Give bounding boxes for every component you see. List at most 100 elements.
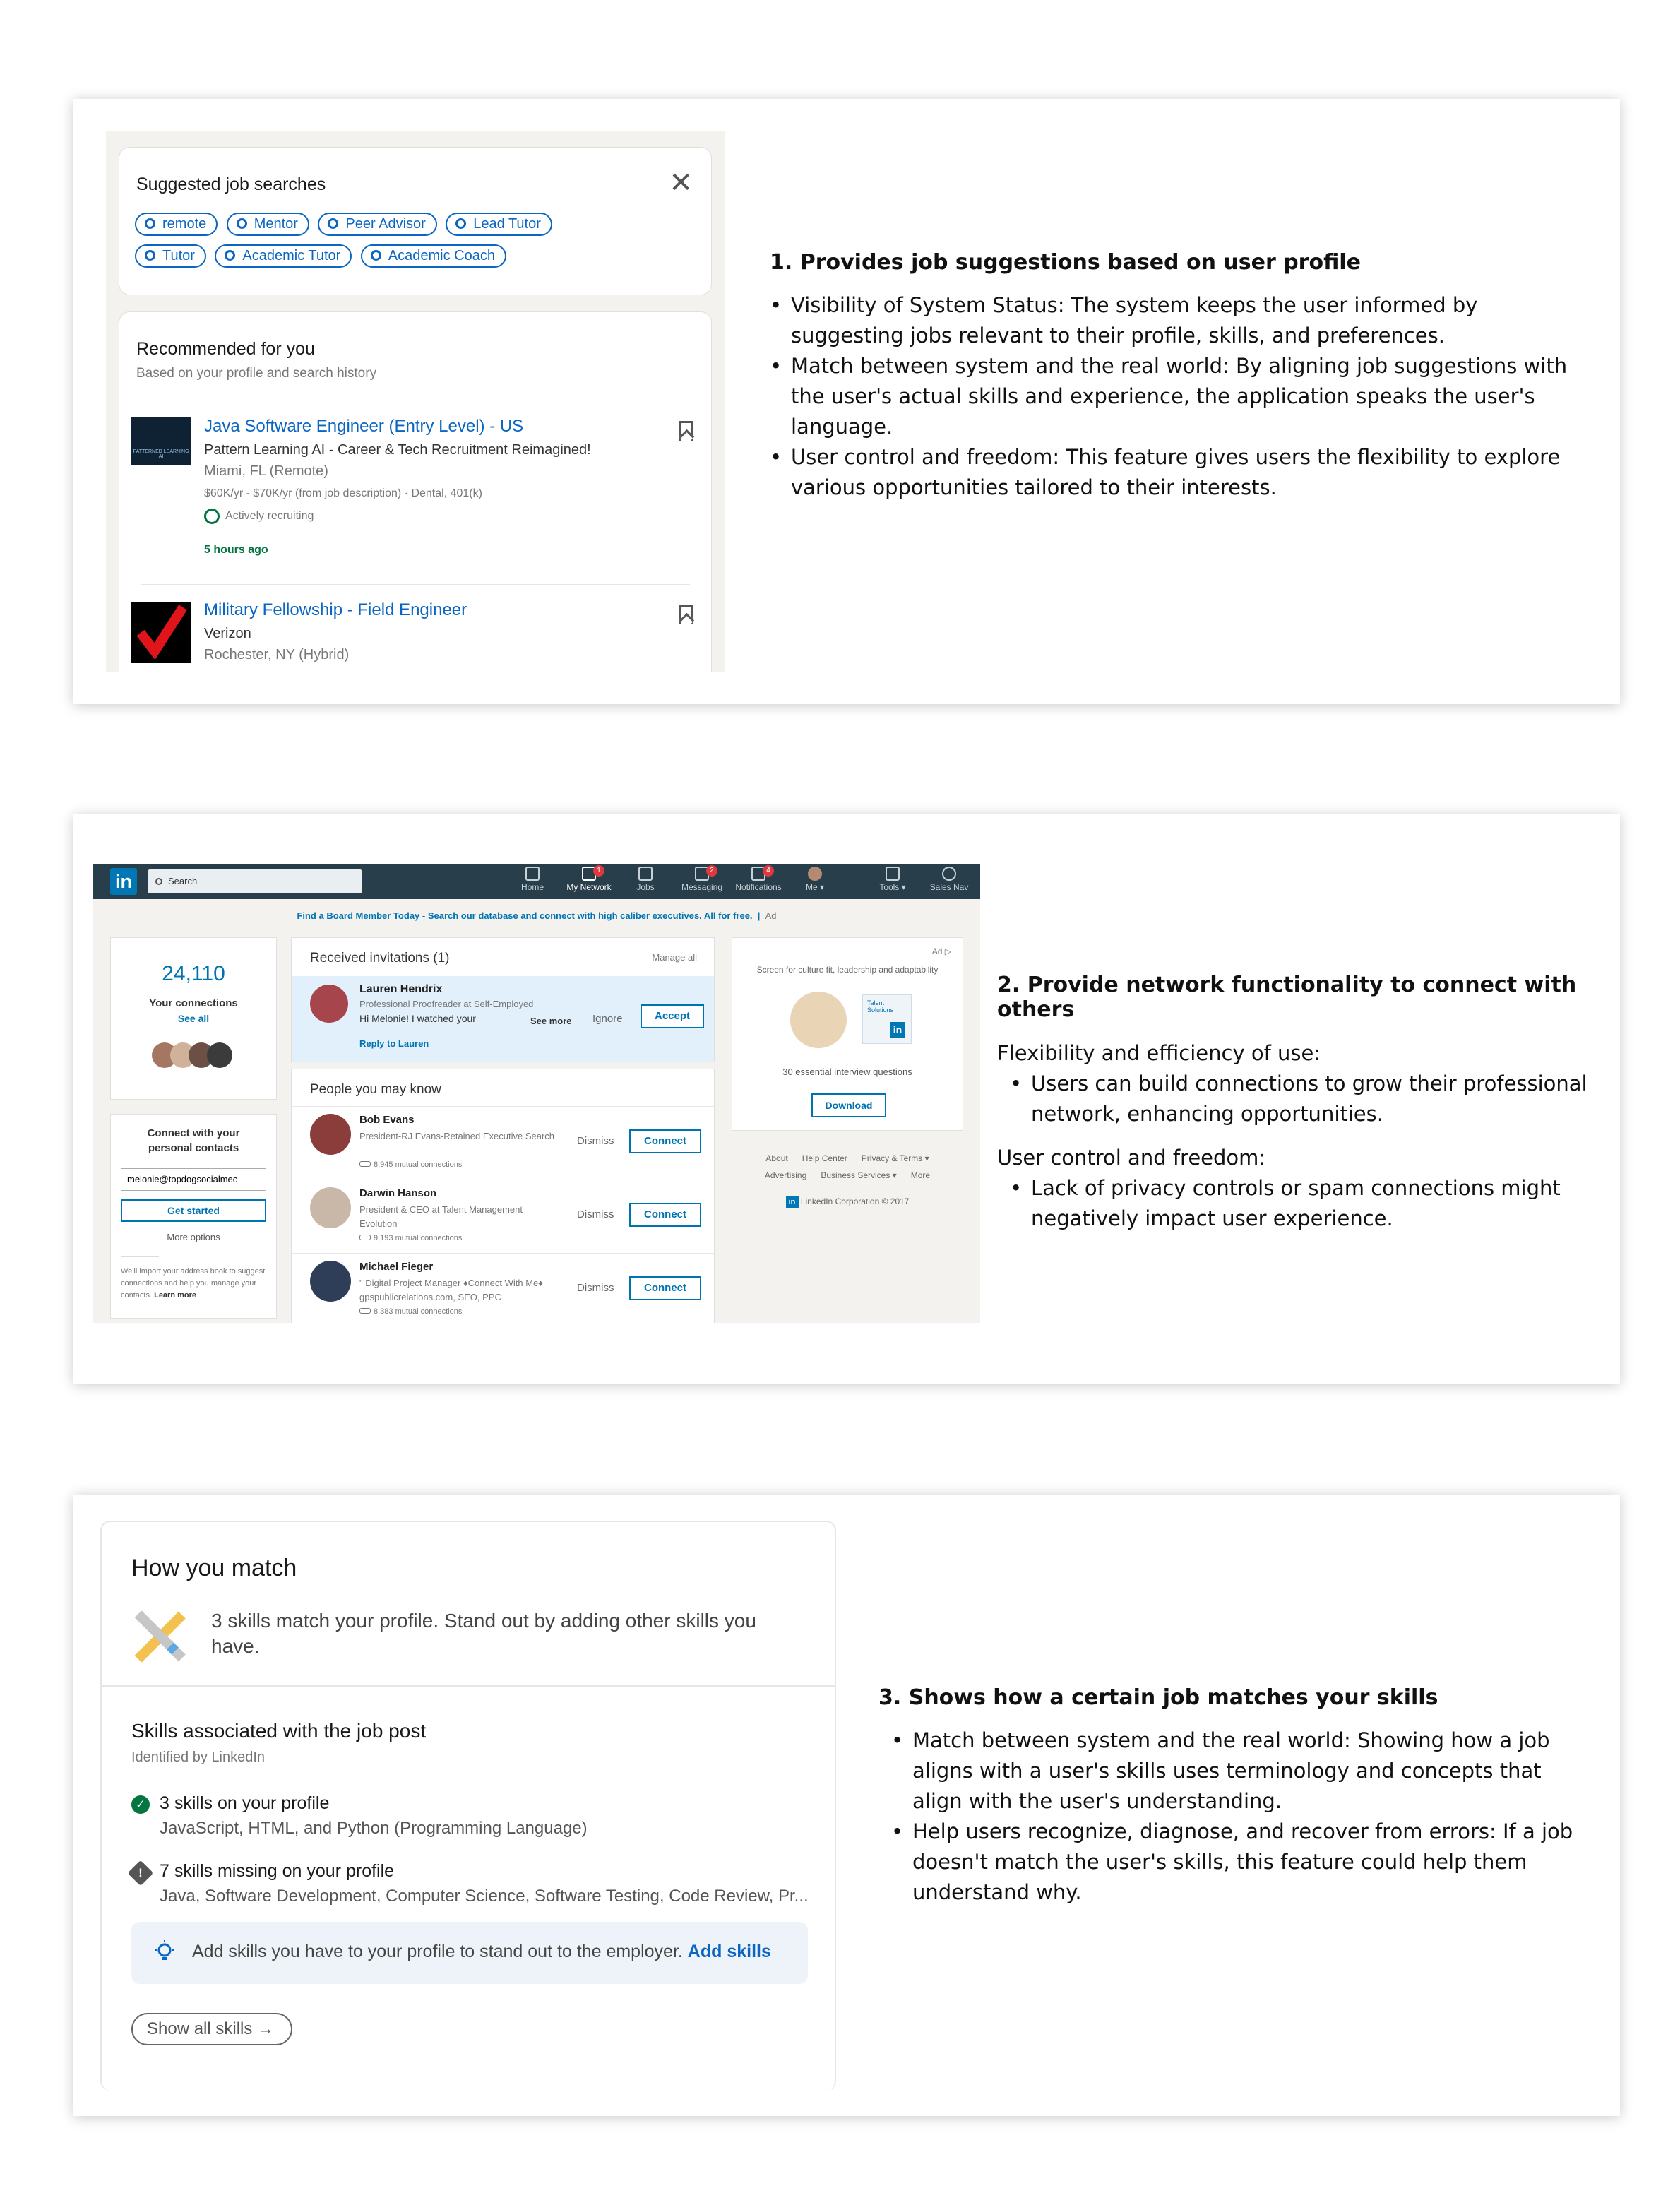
skills-missing-list: Java, Software Development, Computer Sci…	[160, 1887, 809, 1906]
job-card[interactable]: PATTERNED LEARNING AI Java Software Engi…	[119, 411, 711, 581]
email-field[interactable]: melonie@topdogsocialmec	[121, 1168, 266, 1191]
section2-heading: 2. Provide network functionality to conn…	[997, 973, 1577, 1022]
skills-on-profile-title: 3 skills on your profile	[160, 1793, 330, 1813]
search-input[interactable]: Search	[148, 869, 362, 893]
network-screenshot: in Search Home 1 My Network Jobs 2 Messagi…	[93, 864, 980, 1323]
search-chip[interactable]: Tutor	[135, 244, 206, 268]
nav-messaging[interactable]: 2 Messaging	[674, 865, 730, 892]
nav-sales-nav[interactable]: Sales Nav	[921, 867, 977, 892]
recommended-title: Recommended for you	[136, 339, 315, 359]
note-bullet: User control and freedom: This feature g…	[770, 442, 1582, 503]
mutual-connections: 8,383 mutual connections	[359, 1307, 462, 1316]
connections-label: Your connections	[149, 997, 238, 1009]
section-card-skill-match: How you match 3 skills match your profil…	[73, 1495, 1620, 2116]
search-chip[interactable]: Peer Advisor	[318, 213, 437, 236]
person-name[interactable]: Darwin Hanson	[359, 1187, 436, 1199]
connection-avatars	[152, 1042, 244, 1071]
note-bullet: Help users recognize, diagnose, and reco…	[891, 1817, 1585, 1908]
section-card-job-suggestions: Suggested job searches ✕ remote Mentor P…	[73, 99, 1620, 704]
people-you-may-know-card: People you may know Bob Evans President-…	[291, 1069, 715, 1323]
bookmark-icon[interactable]	[679, 421, 693, 441]
footer-link-business[interactable]: Business Services ▾	[821, 1170, 896, 1180]
inviter-name[interactable]: Lauren Hendrix	[359, 983, 442, 996]
search-chip[interactable]: Academic Coach	[360, 244, 506, 268]
nav-jobs[interactable]: Jobs	[617, 867, 674, 892]
search-chip[interactable]: Lead Tutor	[446, 213, 552, 236]
nav-tools[interactable]: Tools ▾	[864, 867, 921, 892]
linkedin-logo[interactable]: in	[110, 868, 137, 895]
job-title-link[interactable]: Java Software Engineer (Entry Level) - U…	[204, 417, 523, 436]
footer-link-privacy[interactable]: Privacy & Terms ▾	[862, 1153, 929, 1163]
contacts-title: Connect with your personal contacts	[147, 1127, 240, 1154]
nav-me[interactable]: Me ▾	[787, 867, 843, 892]
home-icon	[525, 867, 540, 881]
search-chip[interactable]: Mentor	[226, 213, 309, 236]
job-title-link[interactable]: Military Fellowship - Field Engineer	[204, 600, 467, 620]
add-skills-tip: Add skills you have to your profile to s…	[131, 1922, 808, 1984]
compass-icon	[942, 867, 956, 881]
get-started-button[interactable]: Get started	[121, 1199, 266, 1222]
accept-button[interactable]: Accept	[641, 1004, 704, 1028]
connect-button[interactable]: Connect	[629, 1276, 701, 1300]
add-skills-link[interactable]: Add skills	[688, 1942, 771, 1961]
avatar	[808, 867, 822, 881]
ad-banner[interactable]: Find a Board Member Today - Search our d…	[93, 910, 980, 921]
job-posted-time: 5 hours ago	[204, 544, 268, 556]
footer-link-advertising[interactable]: Advertising	[765, 1170, 806, 1180]
person-name[interactable]: Michael Fieger	[359, 1261, 433, 1273]
pymk-title: People you may know	[310, 1082, 441, 1097]
note-bullet: Users can build connections to grow thei…	[1010, 1069, 1604, 1129]
nav-my-network[interactable]: 1 My Network	[561, 865, 617, 892]
skills-missing-title: 7 skills missing on your profile	[160, 1861, 395, 1881]
section1-bullets: Visibility of System Status: The system …	[770, 290, 1582, 503]
manage-all-link[interactable]: Manage all	[652, 952, 697, 963]
notification-badge: 1	[593, 865, 604, 877]
recommended-jobs-box: Recommended for you Based on your profil…	[119, 311, 712, 672]
see-more-link[interactable]: See more	[530, 1016, 572, 1026]
bookmark-icon[interactable]	[679, 605, 693, 624]
footer-link-about[interactable]: About	[765, 1153, 787, 1163]
connect-button[interactable]: Connect	[629, 1203, 701, 1227]
show-all-skills-button[interactable]: Show all skills →	[131, 2013, 292, 2045]
search-chip[interactable]: remote	[135, 213, 218, 236]
dismiss-button[interactable]: Dismiss	[577, 1208, 614, 1220]
avatar	[207, 1042, 232, 1068]
job-card[interactable]: Military Fellowship - Field Engineer Ver…	[119, 595, 711, 672]
footer-links: About Help Center Privacy & Terms ▾ Adve…	[732, 1153, 963, 1208]
ad-card[interactable]: Ad ▷ Screen for culture fit, leadership …	[732, 937, 963, 1131]
arrow-right-icon: →	[257, 2019, 275, 2038]
dismiss-button[interactable]: Dismiss	[577, 1135, 614, 1147]
section-card-network: in Search Home 1 My Network Jobs 2 Messagi…	[73, 814, 1620, 1384]
search-icon	[145, 218, 155, 229]
linkedin-icon: in	[890, 1022, 905, 1038]
footer-link-more[interactable]: More	[911, 1170, 930, 1180]
search-icon	[236, 218, 247, 229]
invitation-row: Lauren Hendrix Professional Proofreader …	[292, 976, 714, 1062]
more-options-link[interactable]: More options	[111, 1232, 276, 1242]
talent-solutions-logo: Talent Solutions in	[862, 994, 912, 1044]
ignore-button[interactable]: Ignore	[592, 1013, 623, 1025]
download-button[interactable]: Download	[811, 1093, 886, 1117]
note-group-title: Flexibility and efficiency of use:	[997, 1041, 1321, 1065]
person-headline: " Digital Project Manager ♦Connect With …	[359, 1278, 543, 1302]
section2-notes: 2. Provide network functionality to conn…	[997, 973, 1604, 1234]
close-icon[interactable]: ✕	[669, 169, 693, 197]
pencil-ruler-icon	[134, 1610, 186, 1663]
connect-button[interactable]: Connect	[629, 1129, 701, 1153]
reply-link[interactable]: Reply to Lauren	[359, 1038, 429, 1049]
see-all-link[interactable]: See all	[111, 1013, 276, 1024]
dismiss-button[interactable]: Dismiss	[577, 1282, 614, 1294]
search-icon	[155, 878, 162, 885]
footer-link-help[interactable]: Help Center	[802, 1153, 847, 1163]
match-summary: 3 skills match your profile. Stand out b…	[211, 1610, 756, 1657]
learn-more-link[interactable]: Learn more	[154, 1291, 196, 1300]
suggested-searches-title: Suggested job searches	[136, 174, 326, 194]
person-name[interactable]: Bob Evans	[359, 1114, 415, 1126]
search-chip[interactable]: Academic Tutor	[215, 244, 352, 268]
nav-notifications[interactable]: 4 Notifications	[730, 865, 787, 892]
nav-home[interactable]: Home	[504, 867, 561, 892]
job-salary: $60K/yr - $70K/yr (from job description)…	[204, 487, 482, 499]
section3-bullets: Match between system and the real world:…	[878, 1725, 1585, 1908]
mutual-connections: 9,193 mutual connections	[359, 1234, 462, 1242]
note-bullet: Visibility of System Status: The system …	[770, 290, 1582, 351]
